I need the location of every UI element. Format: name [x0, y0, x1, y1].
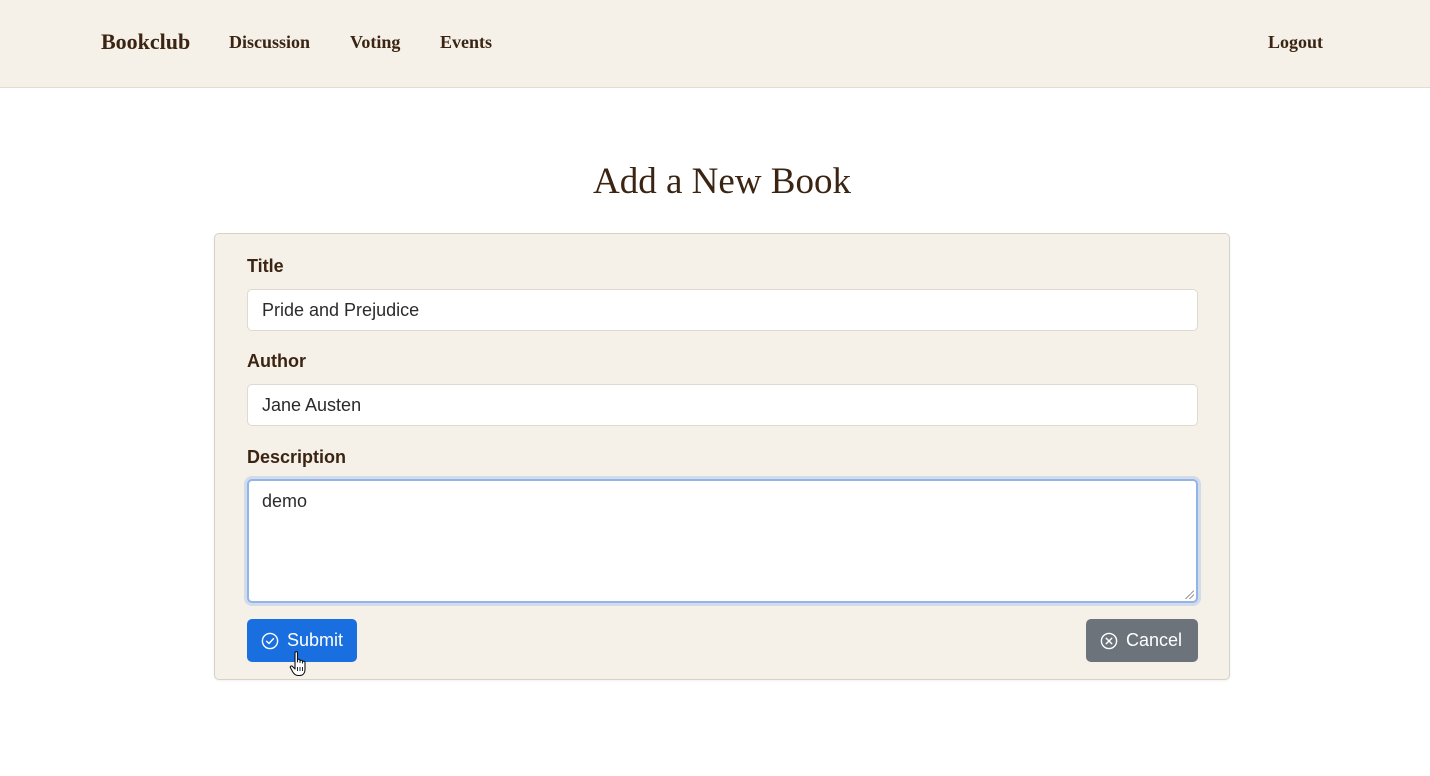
description-label: Description	[247, 447, 347, 467]
cancel-label: Cancel	[1126, 630, 1183, 650]
nav-link-events[interactable]: Events	[440, 32, 492, 53]
brand-link[interactable]: Bookclub	[101, 29, 190, 55]
nav-link-discussion[interactable]: Discussion	[229, 32, 310, 53]
submit-label: Submit	[287, 630, 344, 650]
author-input[interactable]: Jane Austen	[247, 384, 1198, 426]
logout-link[interactable]: Logout	[1268, 32, 1323, 53]
top-navbar: Bookclub Discussion Voting Events Logout	[0, 0, 1430, 88]
add-book-form: Title Pride and Prejudice Author Jane Au…	[214, 233, 1230, 680]
nav-link-voting[interactable]: Voting	[350, 32, 400, 53]
resize-handle-icon[interactable]	[1185, 590, 1194, 599]
x-circle-icon	[1100, 632, 1118, 650]
description-text: demo	[262, 491, 308, 511]
hand-pointer-cursor-icon	[289, 650, 311, 678]
description-textarea[interactable]: demo	[247, 479, 1198, 603]
check-circle-icon	[261, 632, 279, 650]
title-input[interactable]: Pride and Prejudice	[247, 289, 1198, 331]
title-label: Title	[247, 256, 284, 276]
cancel-button[interactable]: Cancel	[1086, 619, 1198, 662]
page-title: Add a New Book	[593, 161, 851, 202]
author-label: Author	[247, 351, 306, 371]
